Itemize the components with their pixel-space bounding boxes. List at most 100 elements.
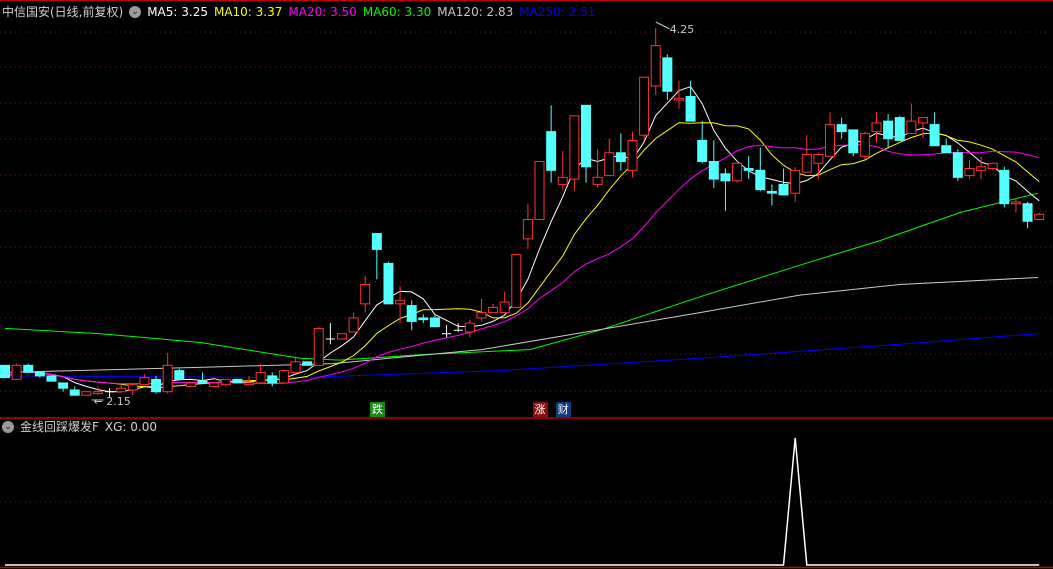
candle-up	[336, 333, 347, 340]
candle-down	[883, 120, 894, 140]
candle-up	[278, 370, 289, 384]
candle-down	[197, 380, 208, 384]
candle-up	[81, 391, 92, 396]
candle-down	[371, 233, 382, 250]
candle-down	[429, 317, 440, 328]
high-price-label: 4.25	[670, 23, 695, 36]
candle-up	[627, 139, 638, 171]
candle-down	[999, 169, 1010, 205]
candle-up	[825, 124, 836, 157]
candle-up	[139, 377, 150, 386]
candle-down	[685, 96, 696, 122]
chart-title: 中信国安(日线,前复权)	[2, 5, 124, 19]
candle-up	[650, 45, 661, 87]
ma-line-ma60	[4, 192, 1039, 361]
candle-up	[906, 120, 917, 134]
candle-up	[871, 122, 882, 133]
candle-down	[58, 382, 69, 389]
chevron-down-circle-icon[interactable]: ⌄	[2, 421, 14, 433]
candle-down	[836, 124, 847, 133]
candle-down	[232, 378, 243, 384]
ma5-label: MA5: 3.25	[147, 5, 208, 19]
candle-up	[511, 254, 522, 308]
candle-up	[813, 154, 824, 164]
candle-up	[290, 361, 301, 373]
candle-down	[267, 375, 278, 384]
candle-up	[92, 391, 103, 394]
candle-down	[720, 173, 731, 182]
candle-up	[244, 382, 255, 386]
candle-up	[395, 299, 406, 305]
candle-down	[34, 371, 45, 377]
candle-down	[302, 361, 313, 366]
candle-up	[964, 168, 975, 177]
candle-up	[476, 312, 487, 319]
candle-down	[383, 262, 394, 305]
candle-up	[313, 327, 324, 366]
candle-up	[639, 76, 650, 136]
candle-down	[755, 169, 766, 191]
indicator-header: ⌄ 金线回踩爆发F XG: 0.00	[2, 419, 163, 435]
ma-line-ma20	[4, 143, 1040, 385]
candle-up	[522, 219, 533, 240]
candle-up	[859, 132, 870, 157]
candle-down	[708, 161, 719, 180]
candle-down	[23, 364, 34, 373]
candle-down	[1022, 203, 1033, 222]
candle-down	[662, 57, 673, 92]
candle-down	[0, 364, 10, 379]
marker-cai[interactable]: 财	[555, 402, 571, 417]
candle-down	[848, 129, 859, 154]
candle-up	[127, 384, 138, 391]
candle-up	[534, 161, 545, 221]
candle-down	[766, 190, 777, 194]
candle-up	[360, 284, 371, 305]
candle-up	[499, 301, 510, 314]
ma10-label: MA10: 3.37	[213, 5, 283, 19]
candle-down	[615, 152, 626, 163]
candle-up	[732, 162, 743, 182]
candle-down	[581, 104, 591, 168]
chevron-down-circle-icon[interactable]: ⌄	[129, 6, 142, 18]
candle-up	[987, 162, 998, 170]
candle-down	[546, 131, 557, 171]
candle-up	[220, 378, 231, 386]
candle-up	[557, 176, 568, 185]
ma120-label: MA120: 2.83	[437, 5, 514, 19]
candle-up	[604, 152, 615, 177]
candle-up	[592, 176, 603, 185]
candle-down	[941, 145, 952, 154]
candle-up	[790, 169, 801, 194]
candle-down	[69, 389, 80, 396]
ma20-label: MA20: 3.50	[288, 5, 357, 19]
candle-down	[952, 152, 963, 178]
candle-up	[185, 382, 196, 387]
candle-down	[418, 317, 429, 321]
candle-up	[464, 322, 475, 333]
main-chart-header: 中信国安(日线,前复权) ⌄ MA5: 3.25 MA10: 3.37 MA20…	[2, 4, 601, 20]
candle-up	[116, 387, 127, 393]
candle-up	[673, 97, 684, 101]
candlestick-chart[interactable]: 4.25 ← 2.15	[0, 0, 1053, 569]
indicator-title: 金线回踩爆发F	[20, 420, 99, 434]
candle-up	[488, 306, 499, 314]
candle-down	[151, 378, 162, 393]
indicator-value: XG: 0.00	[104, 420, 158, 434]
marker-zhang[interactable]: 涨	[532, 402, 548, 417]
candle-down	[778, 183, 789, 196]
candle-up	[1034, 213, 1045, 221]
candle-up	[1010, 201, 1021, 205]
low-price-label: ← 2.15	[94, 395, 131, 408]
ma250-label: MA250: 2.51	[519, 5, 596, 19]
candle-down	[743, 168, 754, 171]
candle-up	[917, 117, 928, 124]
candle-up	[348, 317, 359, 333]
marker-die[interactable]: 跌	[369, 402, 385, 417]
ma-line-ma10	[4, 122, 1040, 389]
ma60-label: MA60: 3.30	[362, 5, 432, 19]
candle-up	[976, 166, 987, 171]
candle-up	[209, 382, 220, 387]
candle-down	[406, 305, 417, 322]
high-arrow	[655, 21, 670, 30]
candle-up	[11, 364, 22, 380]
